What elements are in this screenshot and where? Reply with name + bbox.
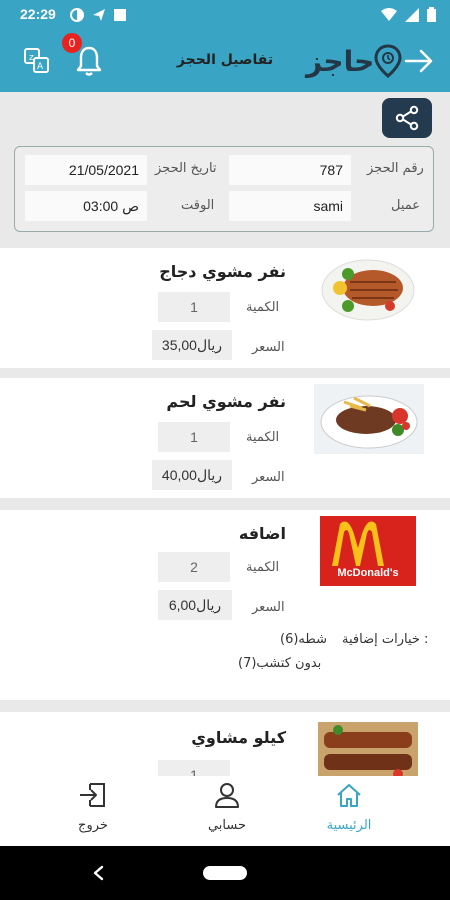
extra-option: بدون كتشب(7): [238, 656, 322, 671]
price-label: السعر: [252, 470, 285, 485]
brand-name: حاجز: [306, 44, 375, 78]
item-name: نفر مشوي دجاج: [159, 262, 286, 281]
nav-logout-label: خروج: [78, 818, 108, 833]
item-image: [318, 722, 418, 776]
logout-icon: [80, 783, 105, 807]
qty-label: الكمية: [246, 430, 280, 445]
item-image: McDonald's: [320, 516, 416, 586]
price-label: السعر: [252, 600, 285, 615]
bottom-navigation: الرئيسية حسابي خروج: [0, 776, 450, 846]
item-name: كيلو مشاوي: [191, 728, 286, 747]
order-item: McDonald's اضافه الكمية 2 السعر 6,00ريال…: [0, 510, 450, 700]
home-icon: [337, 784, 361, 807]
system-home-pill[interactable]: [203, 866, 247, 880]
price-value: 35,00ريال: [152, 330, 232, 360]
price-label: السعر: [252, 340, 285, 355]
booking-details: رقم الحجز 787 تاريخ الحجز 21/05/2021 عمي…: [0, 92, 450, 776]
order-item: نفر مشوي لحم الكمية 1 السعر 40,00ريال: [0, 378, 450, 498]
nav-logout[interactable]: خروج: [38, 776, 148, 846]
booking-number-value: 787: [229, 155, 351, 185]
share-icon: [395, 105, 419, 131]
price-value: 6,00ريال: [158, 590, 232, 620]
send-icon: [93, 9, 105, 21]
arrow-right-icon: [404, 49, 433, 73]
extra-option: شطه(6): [280, 632, 327, 647]
status-bar: 22:29: [0, 0, 450, 30]
qty-value: 1: [158, 760, 230, 776]
battery-icon: [427, 7, 436, 22]
order-item: كيلو مشاوي 1: [0, 712, 450, 776]
item-image: [318, 252, 418, 324]
notification-badge: 0: [62, 33, 82, 53]
back-button[interactable]: [404, 48, 434, 74]
user-icon: [215, 783, 239, 808]
status-right-icons: [381, 7, 436, 22]
wifi-icon: [381, 7, 397, 21]
nav-account[interactable]: حسابي: [172, 776, 282, 846]
mcdonalds-logo-text: McDonald's: [337, 567, 398, 579]
data-saver-icon: [70, 8, 84, 22]
brand-logo: حاجز: [306, 42, 402, 80]
location-pin-icon: [374, 44, 402, 78]
qty-value: 1: [158, 422, 230, 452]
screen: 22:29 z A 0 تفاصيل الحجز حاجز رقم الحجز …: [0, 0, 450, 900]
time-value: 03:00 ص: [25, 191, 147, 221]
svg-text:A: A: [37, 62, 44, 72]
nav-account-label: حسابي: [207, 818, 247, 833]
signal-icon: [405, 7, 419, 22]
extras-label: خيارات إضافية :: [342, 632, 429, 647]
qty-label: الكمية: [246, 560, 280, 575]
translate-icon: z A: [24, 48, 49, 73]
system-navigation-bar: [0, 846, 450, 900]
item-name: نفر مشوي لحم: [166, 392, 286, 411]
item-image: [314, 384, 424, 454]
price-value: 40,00ريال: [152, 460, 232, 490]
status-left-icons: [70, 8, 126, 22]
customer-label: عميل: [391, 198, 421, 213]
time-label: الوقت: [181, 198, 215, 213]
booking-date-label: تاريخ الحجز: [155, 161, 217, 176]
nav-home[interactable]: الرئيسية: [294, 776, 404, 846]
item-name: اضافه: [238, 524, 286, 543]
booking-info-card: رقم الحجز 787 تاريخ الحجز 21/05/2021 عمي…: [14, 146, 434, 232]
translate-button[interactable]: z A: [22, 46, 52, 76]
status-time: 22:29: [20, 6, 56, 22]
square-icon: [114, 9, 126, 21]
order-item: نفر مشوي دجاج الكمية 1 السعر 35,00ريال: [0, 248, 450, 368]
booking-number-label: رقم الحجز: [367, 161, 424, 176]
system-back-icon[interactable]: [92, 865, 106, 881]
page-title: تفاصيل الحجز: [176, 52, 274, 68]
qty-label: الكمية: [246, 300, 280, 315]
qty-value: 1: [158, 292, 230, 322]
nav-home-label: الرئيسية: [326, 818, 372, 833]
booking-date-value: 21/05/2021: [25, 155, 147, 185]
qty-value: 2: [158, 552, 230, 582]
customer-value: sami: [229, 191, 351, 221]
svg-text:z: z: [29, 53, 34, 63]
share-button[interactable]: [382, 98, 432, 138]
app-bar: z A 0 تفاصيل الحجز حاجز: [0, 30, 450, 92]
